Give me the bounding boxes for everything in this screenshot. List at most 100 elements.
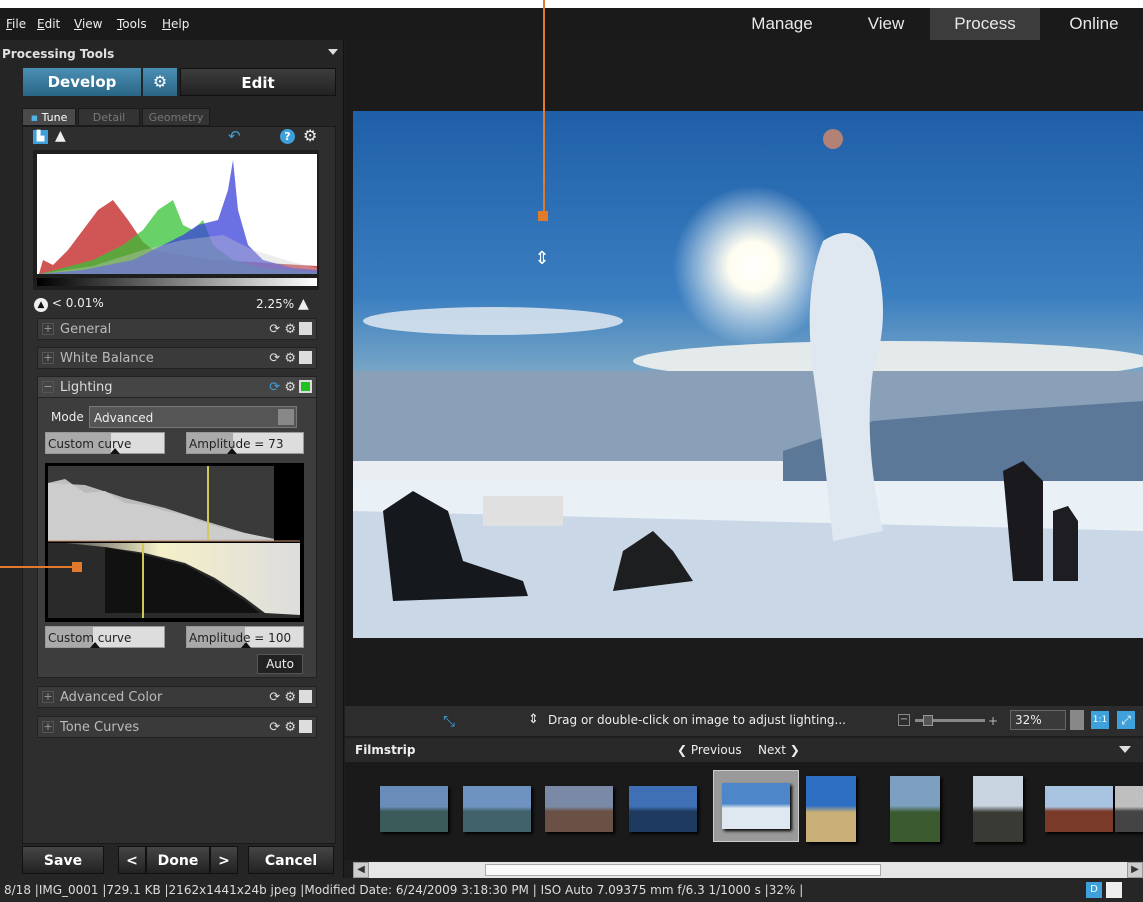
gear-icon[interactable]: ⚙ (284, 720, 296, 735)
status-modified-date: Modified Date: 6/24/2009 3:18:30 PM (304, 883, 529, 897)
filmstrip-previous-button[interactable]: ❮ Previous (677, 743, 742, 757)
enable-checkbox[interactable] (299, 380, 312, 393)
tab-detail[interactable]: Detail (78, 108, 140, 126)
expand-icon[interactable]: + (42, 691, 54, 703)
settings-gear-icon[interactable]: ⚙ (303, 126, 317, 145)
clipping-warning-icon[interactable]: ▲ (55, 128, 66, 144)
section-lighting[interactable]: − Lighting ⟳ ⚙ (37, 376, 317, 398)
top-amplitude-slider[interactable]: Amplitude = 73 (186, 432, 304, 454)
reset-icon[interactable]: ⟳ (269, 720, 280, 735)
filmstrip-thumbnail[interactable] (806, 776, 856, 842)
callout-line-left (0, 566, 76, 568)
collapse-icon[interactable]: − (42, 381, 54, 393)
highlight-warning-icon[interactable]: ▲ (298, 296, 309, 312)
zoom-out-button[interactable]: − (898, 714, 910, 726)
gear-icon[interactable]: ⚙ (284, 322, 296, 337)
help-icon[interactable]: ? (280, 129, 295, 144)
section-advanced-color[interactable]: + Advanced Color ⟳ ⚙ (37, 686, 317, 708)
zoom-dropdown-icon[interactable] (1070, 710, 1084, 730)
section-general[interactable]: + General ⟳ ⚙ (37, 318, 317, 340)
zoom-level-field[interactable]: 32% (1010, 710, 1066, 730)
thumbnail-image (806, 776, 856, 842)
top-curve-select[interactable]: Custom curve (45, 432, 165, 454)
tab-geometry[interactable]: Geometry (142, 108, 210, 126)
fit-to-screen-icon[interactable]: ⤢ (1117, 711, 1135, 729)
expand-icon[interactable]: + (42, 721, 54, 733)
tab-manage[interactable]: Manage (732, 8, 832, 40)
next-image-button[interactable]: > (210, 846, 238, 874)
reset-icon[interactable]: ⟳ (269, 690, 280, 705)
enable-checkbox[interactable] (299, 322, 312, 335)
cancel-button[interactable]: Cancel (248, 846, 334, 874)
gear-icon[interactable]: ⚙ (284, 351, 296, 366)
filmstrip-thumbnail[interactable] (380, 786, 448, 832)
section-white-balance[interactable]: + White Balance ⟳ ⚙ (37, 347, 317, 369)
reset-icon[interactable]: ⟳ (269, 351, 280, 366)
edit-button[interactable]: Edit (180, 68, 336, 96)
top-margin (0, 0, 1143, 8)
filmstrip-thumbnail[interactable] (545, 786, 613, 832)
panel-collapse-icon[interactable] (328, 49, 338, 55)
gear-icon[interactable]: ⚙ (284, 380, 296, 395)
thumbnail-image (629, 786, 697, 832)
fit-expand-icon[interactable]: ⤡ (443, 712, 455, 730)
filmstrip-scrollbar[interactable]: ◀ ▶ (353, 862, 1143, 878)
scroll-left-arrow-icon[interactable]: ◀ (353, 862, 369, 878)
tab-process[interactable]: Process (930, 8, 1040, 40)
tab-view[interactable]: View (836, 8, 936, 40)
chevron-down-icon[interactable] (278, 409, 294, 425)
tab-online[interactable]: Online (1044, 8, 1143, 40)
undo-icon[interactable]: ↶ (228, 127, 241, 145)
auto-button[interactable]: Auto (257, 654, 303, 674)
photo-canvas[interactable] (353, 111, 1143, 638)
shadow-warning-icon[interactable]: ▲ (34, 298, 48, 312)
bottom-amplitude-slider[interactable]: Amplitude = 100 (186, 626, 304, 648)
status-zoom: 32% (768, 883, 796, 897)
one-to-one-button[interactable]: 1:1 (1091, 711, 1109, 729)
menu-edit[interactable]: Edit (37, 17, 60, 31)
menu-help[interactable]: Help (162, 17, 189, 31)
developed-badge[interactable]: D (1086, 882, 1102, 898)
done-button[interactable]: Done (146, 846, 210, 874)
gear-icon[interactable]: ⚙ (284, 690, 296, 705)
develop-button[interactable]: Develop (23, 68, 141, 96)
menu-view[interactable]: View (74, 17, 102, 31)
bottom-amplitude-handle[interactable] (241, 642, 251, 648)
top-curve-slider-handle[interactable] (110, 448, 120, 454)
enable-checkbox[interactable] (299, 690, 312, 703)
top-amplitude-handle[interactable] (227, 448, 237, 454)
expand-icon[interactable]: + (42, 323, 54, 335)
filmstrip-thumbnail[interactable] (629, 786, 697, 832)
filmstrip-thumbnail[interactable] (463, 786, 531, 832)
enable-checkbox[interactable] (299, 351, 312, 364)
menu-tools[interactable]: Tools (117, 17, 147, 31)
tab-tune[interactable]: ▪ Tune (22, 108, 76, 126)
filmstrip-thumbnail[interactable] (890, 776, 940, 842)
filmstrip-thumbnail-selected[interactable] (713, 770, 799, 842)
enable-checkbox[interactable] (299, 720, 312, 733)
reset-icon[interactable]: ⟳ (269, 322, 280, 337)
zoom-in-button[interactable]: + (988, 714, 998, 728)
scroll-right-arrow-icon[interactable]: ▶ (1127, 862, 1143, 878)
save-button[interactable]: Save (22, 846, 104, 874)
histogram-mode-icon[interactable]: ▙ (33, 130, 48, 144)
zoom-slider-handle[interactable] (923, 715, 933, 726)
previous-image-button[interactable]: < (118, 846, 146, 874)
filmstrip-next-button[interactable]: Next ❯ (758, 743, 800, 757)
scroll-thumb[interactable] (485, 864, 881, 876)
section-tone-curves[interactable]: + Tone Curves ⟳ ⚙ (37, 716, 317, 738)
filmstrip-thumbnail[interactable] (973, 776, 1023, 842)
filmstrip-thumbnail[interactable] (1115, 786, 1143, 832)
lighting-curve-editor[interactable] (45, 463, 304, 622)
menu-file[interactable]: File (6, 17, 26, 31)
develop-settings-gear-icon[interactable]: ⚙ (143, 68, 177, 96)
status-toggle-icon[interactable] (1106, 882, 1122, 898)
reset-icon[interactable]: ⟳ (269, 380, 280, 395)
mode-select[interactable]: Advanced (89, 406, 297, 428)
bottom-curve-select[interactable]: Custom curve (45, 626, 165, 648)
section-advanced-color-label: Advanced Color (60, 690, 163, 705)
bottom-curve-slider-handle[interactable] (90, 642, 100, 648)
filmstrip-collapse-icon[interactable] (1119, 746, 1131, 753)
expand-icon[interactable]: + (42, 352, 54, 364)
filmstrip-thumbnail[interactable] (1045, 786, 1113, 832)
